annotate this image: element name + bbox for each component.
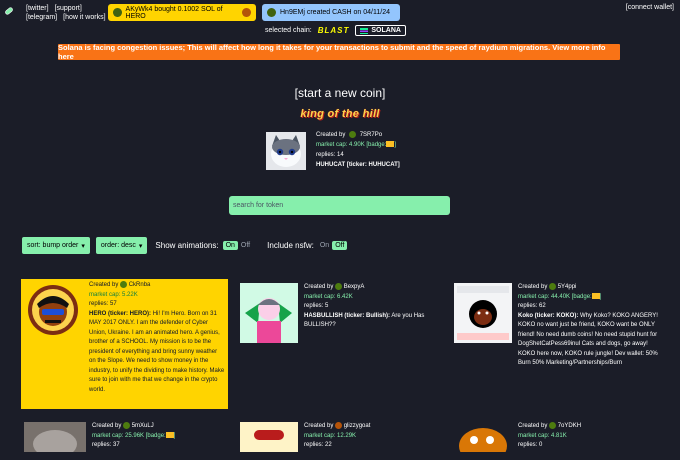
animations-label: Show animations: xyxy=(155,241,219,250)
twitter-link[interactable]: [twitter] xyxy=(26,5,49,12)
user-avatar-icon xyxy=(113,8,122,17)
creator-link[interactable]: 7oYDKH xyxy=(558,423,581,429)
coin-info: Created by CkRnba market cap: 5.22K repl… xyxy=(89,281,225,392)
coin-card[interactable]: Created by glizzygoat market cap: 12.29K… xyxy=(238,420,448,460)
filter-controls: sort: bump order ▾ order: desc ▾ Show anim… xyxy=(22,237,348,254)
coin-description: Koko (ticker: KOKO): Why Koko? KOKO ANGE… xyxy=(518,312,658,367)
coin-image[interactable] xyxy=(240,422,298,452)
coin-image[interactable] xyxy=(24,422,86,452)
coin-description: HERO (ticker: HERO): Hi! I'm Hero. Born … xyxy=(89,310,225,392)
coin-description: HASBULLISH (ticker: Bullish): Are you Ha… xyxy=(304,312,425,329)
coin-info: Created by 5mXuLJ market cap: 25.96K [ba… xyxy=(92,422,176,449)
creator-avatar-icon xyxy=(549,422,557,429)
start-new-coin-link[interactable]: [start a new coin] xyxy=(0,86,680,100)
coin-info: Created by 5Y4ppi market cap: 44.40K [ba… xyxy=(518,283,664,378)
coin-image[interactable] xyxy=(27,284,79,336)
king-of-the-hill-card[interactable]: Created by 7SR7Po market cap: 4.90K [bad… xyxy=(266,130,466,170)
blast-chain-option[interactable]: BLAST xyxy=(318,26,350,35)
coin-card[interactable]: Created by 7oYDKH market cap: 4.81K repl… xyxy=(452,420,666,460)
creator-link[interactable]: 5Y4ppi xyxy=(558,284,577,290)
solana-chain-option[interactable]: SOLANA xyxy=(355,25,406,36)
coin-info: Created by glizzygoat market cap: 12.29K… xyxy=(304,422,371,449)
trade-ticker[interactable]: AKyWk4 bought 0.1002 SOL of HERO xyxy=(108,4,256,21)
nsfw-off-toggle[interactable]: Off xyxy=(332,241,348,250)
coin-info: Created by BexpyA market cap: 6.42K repl… xyxy=(304,283,444,331)
creator-link[interactable]: 5mXuLJ xyxy=(132,423,154,429)
animations-on-toggle[interactable]: On xyxy=(222,241,238,250)
badge-icon xyxy=(165,432,174,438)
coin-card[interactable]: Created by 5Y4ppi market cap: 44.40K [ba… xyxy=(452,281,666,391)
badge-icon xyxy=(386,141,395,148)
creator-avatar-icon xyxy=(335,422,343,429)
creator-link[interactable]: BexpyA xyxy=(344,284,365,290)
sort-dropdown[interactable]: sort: bump order ▾ xyxy=(22,237,90,254)
king-of-the-hill-info: Created by 7SR7Po market cap: 4.90K [bad… xyxy=(316,130,400,168)
nsfw-on-toggle[interactable]: On xyxy=(317,241,332,250)
congestion-banner[interactable]: Solana is facing congestion issues; This… xyxy=(58,43,620,61)
logo-icon[interactable] xyxy=(4,6,14,16)
create-ticker[interactable]: Hn9EMj created CASH on 04/11/24 xyxy=(262,4,400,21)
coin-image[interactable] xyxy=(266,132,306,170)
creator-link[interactable]: glizzygoat xyxy=(344,423,371,429)
nsfw-label: Include nsfw: xyxy=(267,241,314,250)
creator-avatar-icon xyxy=(549,283,557,290)
solana-icon xyxy=(360,27,369,34)
creator-avatar-icon xyxy=(335,283,343,290)
coin-image[interactable] xyxy=(240,283,298,343)
creator-avatar-icon xyxy=(123,422,131,429)
badge-icon xyxy=(591,293,600,299)
chain-label: selected chain: xyxy=(265,27,312,34)
coin-card[interactable]: Created by BexpyA market cap: 6.42K repl… xyxy=(238,281,448,391)
nav-links: [twitter] [support] [telegram] [how it wor… xyxy=(26,4,112,22)
how-it-works-link[interactable]: [how it works] xyxy=(63,14,105,21)
trade-ticker-text: AKyWk4 bought 0.1002 SOL of HERO xyxy=(125,5,223,20)
creator-link[interactable]: CkRnba xyxy=(129,282,151,288)
connect-wallet-button[interactable]: [connect wallet] xyxy=(626,4,674,11)
telegram-link[interactable]: [telegram] xyxy=(26,14,57,21)
creator-link[interactable]: 7SR7Po xyxy=(360,132,382,138)
king-of-the-hill-title: king of the hill xyxy=(300,108,380,120)
create-ticker-text: Hn9EMj created CASH on 04/11/24 xyxy=(280,9,390,16)
animations-off-toggle[interactable]: Off xyxy=(238,241,253,250)
coin-icon xyxy=(242,8,251,17)
search-input[interactable]: search for token xyxy=(229,196,450,215)
coin-image[interactable] xyxy=(454,422,512,452)
coin-info: Created by 7oYDKH market cap: 4.81K repl… xyxy=(518,422,582,449)
chain-selector: selected chain: BLAST SOLANA xyxy=(265,25,406,36)
support-link[interactable]: [support] xyxy=(55,5,82,12)
creator-avatar-icon xyxy=(349,130,357,138)
coin-image[interactable] xyxy=(454,283,512,343)
creator-avatar-icon xyxy=(120,281,128,288)
user-avatar-icon xyxy=(267,8,276,17)
coin-card[interactable]: Created by CkRnba market cap: 5.22K repl… xyxy=(21,279,228,409)
chevron-down-icon: ▾ xyxy=(138,242,143,250)
coin-card[interactable]: Created by 5mXuLJ market cap: 25.96K [ba… xyxy=(24,420,234,460)
chevron-down-icon: ▾ xyxy=(81,242,85,250)
order-dropdown[interactable]: order: desc ▾ xyxy=(95,237,148,254)
